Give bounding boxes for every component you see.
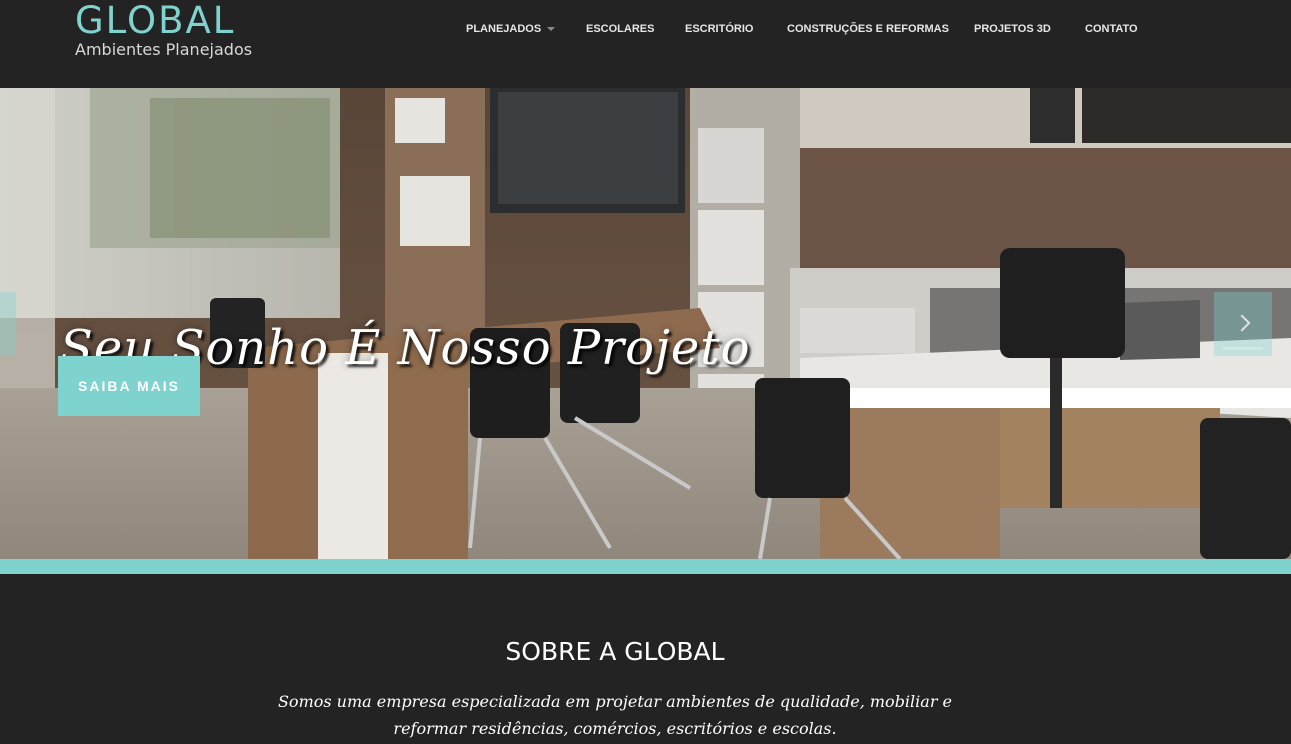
logo-tagline: Ambientes Planejados (75, 40, 253, 59)
nav-item-construcoes-e-reformas[interactable]: CONSTRUÇÕES E REFORMAS (787, 20, 974, 38)
nav-item-projetos-3d[interactable]: PROJETOS 3D (974, 20, 1085, 38)
slider-indicator (1223, 347, 1263, 350)
nav-item-planejados[interactable]: PLANEJADOS (466, 20, 586, 38)
nav-item-escritorio[interactable]: ESCRITÓRIO (685, 20, 787, 38)
hero-slider: Seu Sonho É Nosso Projeto SAIBA MAIS (0, 88, 1291, 559)
logo-title: GLOBAL (75, 0, 236, 42)
accent-divider (0, 559, 1291, 574)
saiba-mais-button[interactable]: SAIBA MAIS (58, 356, 200, 416)
site-header: GLOBAL Ambientes Planejados PLANEJADOS E… (0, 0, 1291, 88)
nav-item-contato[interactable]: CONTATO (1085, 20, 1145, 38)
nav-item-escolares[interactable]: ESCOLARES (586, 20, 685, 38)
about-text: Somos uma empresa especializada em proje… (277, 692, 953, 738)
nav-item-label: PLANEJADOS (466, 23, 542, 35)
caret-down-icon (547, 27, 556, 31)
chevron-right-icon (1233, 314, 1251, 332)
slider-next-button[interactable] (1214, 292, 1272, 356)
slider-prev-button[interactable] (0, 292, 16, 356)
about-title: SOBRE A GLOBAL (505, 637, 725, 666)
logo[interactable]: GLOBAL Ambientes Planejados (75, 2, 252, 60)
main-nav: PLANEJADOS ESCOLARES ESCRITÓRIO CONSTRUÇ… (466, 20, 1145, 38)
